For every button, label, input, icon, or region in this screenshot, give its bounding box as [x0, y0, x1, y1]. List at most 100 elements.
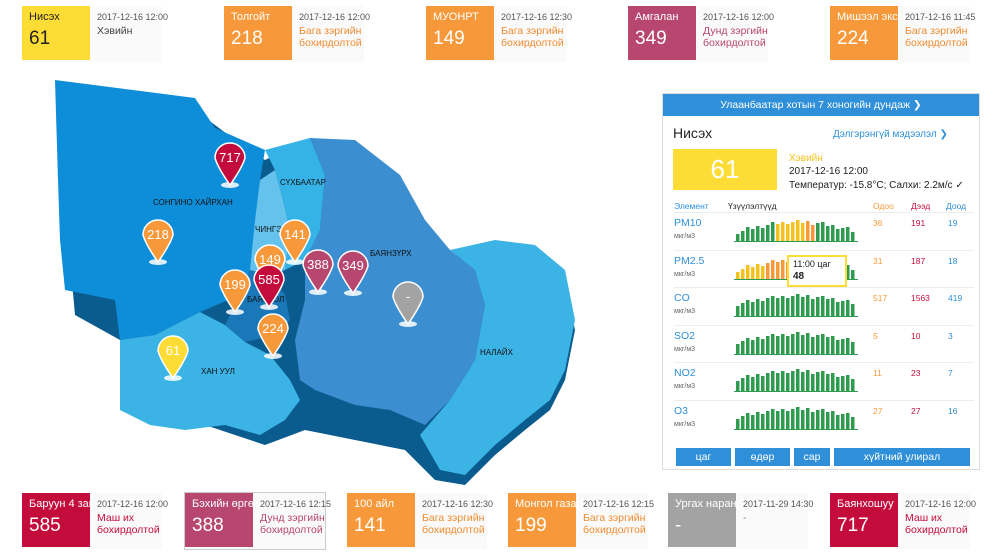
- station-level: Бага зэргийн бохирдолтой: [299, 25, 362, 49]
- sparkline-bar: [756, 374, 760, 391]
- sparkline-bar: [741, 415, 745, 429]
- sparkline-bar: [841, 228, 845, 241]
- station-value-box: Баруун 4 зам 585: [22, 493, 96, 547]
- pollutant-min: 16: [948, 405, 958, 416]
- station-name: Нисэх: [29, 11, 60, 23]
- tab-cold-season[interactable]: хүйтний улирал: [834, 448, 970, 466]
- sparkline-bar: [761, 376, 765, 391]
- sparkline-bar: [761, 265, 765, 279]
- pollutant-sparkline[interactable]: [734, 292, 860, 318]
- pollutant-row: PM10 мкг/м3 36 191 19: [674, 212, 974, 248]
- station-value: 388: [192, 515, 224, 536]
- station-card[interactable]: Ургах наран - 2017-11-29 14:30 -: [668, 493, 813, 549]
- pollutant-unit: мкг/м3: [674, 420, 696, 428]
- sparkline-bar: [851, 379, 855, 391]
- pin-value: 388: [307, 257, 329, 272]
- station-value-box: Мишээл экспо 224: [830, 6, 910, 60]
- sparkline-bar: [751, 229, 755, 241]
- panel-aqi-level: Хэвийн: [789, 153, 823, 164]
- station-name: Баруун 4 зам: [29, 498, 97, 510]
- col-max: Дээд: [911, 201, 931, 211]
- sparkline-bar: [841, 413, 845, 429]
- sparkline-bar: [781, 408, 785, 429]
- sparkline-bar: [751, 302, 755, 316]
- region-label: СҮХБААТАР: [280, 178, 326, 187]
- sparkline-bar: [781, 259, 785, 279]
- sparkline-bar: [826, 411, 830, 429]
- sparkline-bar: [736, 271, 740, 279]
- sparkline-bar: [851, 269, 855, 279]
- sparkline-bar: [766, 298, 770, 316]
- sparkline-bar: [761, 228, 765, 241]
- tab-month[interactable]: сар: [794, 448, 830, 466]
- station-value: 349: [635, 28, 667, 49]
- sparkline-bar: [766, 335, 770, 354]
- station-time: 2017-12-16 12:30: [501, 12, 573, 22]
- station-card[interactable]: Баруун 4 зам 585 2017-12-16 12:00 Маш их…: [22, 493, 168, 549]
- station-card[interactable]: МУОНРТ 149 2017-12-16 12:30 Бага зэргийн…: [426, 6, 572, 62]
- district-map[interactable]: СОНГИНО ХАЙРХАН СҮХБААТАР ЧИНГЭЛТЭЙ БАЯН…: [55, 80, 585, 490]
- more-info-link[interactable]: Дэлгэрэнгүй мэдээлэл ❯: [833, 129, 948, 140]
- sparkline-bar: [801, 372, 805, 391]
- sparkline-bar: [771, 259, 775, 279]
- sparkline-bar: [756, 411, 760, 429]
- station-level: Дунд зэргийн бохирдолтой: [703, 25, 768, 49]
- station-card[interactable]: Бэхийн өргөө 388 2017-12-16 12:15 Дунд з…: [184, 492, 331, 550]
- sparkline-bar: [756, 336, 760, 354]
- pollutant-name: NO2: [674, 367, 696, 379]
- sparkline-bar: [786, 298, 790, 316]
- sparkline-bar: [741, 378, 745, 391]
- weekly-average-link[interactable]: Улаанбаатар хотын 7 хоногийн дундаж ❯: [663, 94, 979, 116]
- station-time: 2017-12-16 12:00: [905, 499, 977, 509]
- tab-day[interactable]: өдөр: [735, 448, 790, 466]
- station-name: Баянхошуу: [837, 498, 894, 510]
- sparkline-bar: [761, 338, 765, 354]
- sparkline-bar: [741, 231, 745, 241]
- pollutant-sparkline[interactable]: [734, 217, 860, 243]
- station-name: Монгол газар: [515, 498, 583, 510]
- sparkline-bar: [821, 222, 825, 241]
- sparkline-bar: [846, 300, 850, 316]
- tab-hour[interactable]: цаг: [676, 448, 731, 466]
- pollutant-sparkline[interactable]: [734, 367, 860, 393]
- sparkline-bar: [851, 416, 855, 429]
- sparkline-bar: [846, 227, 850, 241]
- station-card[interactable]: Нисэх 61 2017-12-16 12:00 Хэвийн: [22, 6, 168, 62]
- station-time: 2017-12-16 12:15: [583, 499, 655, 509]
- station-card[interactable]: Баянхошуу 717 2017-12-16 12:00 Маш их бо…: [830, 493, 976, 549]
- station-card[interactable]: Толгойт 218 2017-12-16 12:00 Бага зэргий…: [224, 6, 370, 62]
- station-value-box: Толгойт 218: [224, 6, 292, 60]
- station-level: Маш их бохирдолтой: [97, 512, 160, 536]
- pollutant-sparkline[interactable]: [734, 330, 860, 356]
- col-now: Одоо: [873, 201, 894, 211]
- station-value-box: Монгол газар 199: [508, 493, 583, 547]
- pollutant-row: SO2 мкг/м3 5 10 3: [674, 324, 974, 361]
- pollutant-name: O3: [674, 404, 689, 417]
- sparkline-bar: [781, 333, 785, 354]
- station-value: 218: [231, 28, 263, 49]
- station-value: 585: [29, 515, 61, 536]
- sparkline-bar: [806, 407, 810, 429]
- pollutant-now: 517: [873, 293, 888, 303]
- station-value-box: МУОНРТ 149: [426, 6, 494, 60]
- pollutant-max: 10: [911, 330, 921, 341]
- sparkline-bar: [756, 226, 760, 241]
- station-time: 2017-12-16 12:30: [422, 499, 494, 509]
- station-card[interactable]: 100 айл 141 2017-12-16 12:30 Бага зэргий…: [347, 493, 493, 549]
- station-detail-panel: Улаанбаатар хотын 7 хоногийн дундаж ❯ Ни…: [662, 93, 980, 470]
- station-card[interactable]: Амгалан 349 2017-12-16 12:00 Дунд зэргий…: [628, 6, 774, 62]
- station-card[interactable]: Монгол газар 199 2017-12-16 12:15 Бага з…: [508, 493, 654, 549]
- station-card[interactable]: Мишээл экспо 224 2017-12-16 11:45 Бага з…: [830, 6, 975, 62]
- sparkline-bar: [776, 298, 780, 316]
- sparkline-bar: [796, 369, 800, 391]
- station-name: Толгойт: [231, 11, 271, 23]
- sparkline-bar: [821, 333, 825, 354]
- pollutant-unit: мкг/м3: [674, 345, 696, 353]
- sparkline-bar: [801, 223, 805, 241]
- sparkline-bar: [816, 334, 820, 354]
- pollutant-sparkline[interactable]: [734, 405, 860, 431]
- sparkline-bar: [776, 261, 780, 279]
- pollutant-min: 18: [948, 255, 958, 266]
- pollutant-min: 19: [948, 218, 958, 228]
- pollutant-now: 11: [873, 368, 882, 378]
